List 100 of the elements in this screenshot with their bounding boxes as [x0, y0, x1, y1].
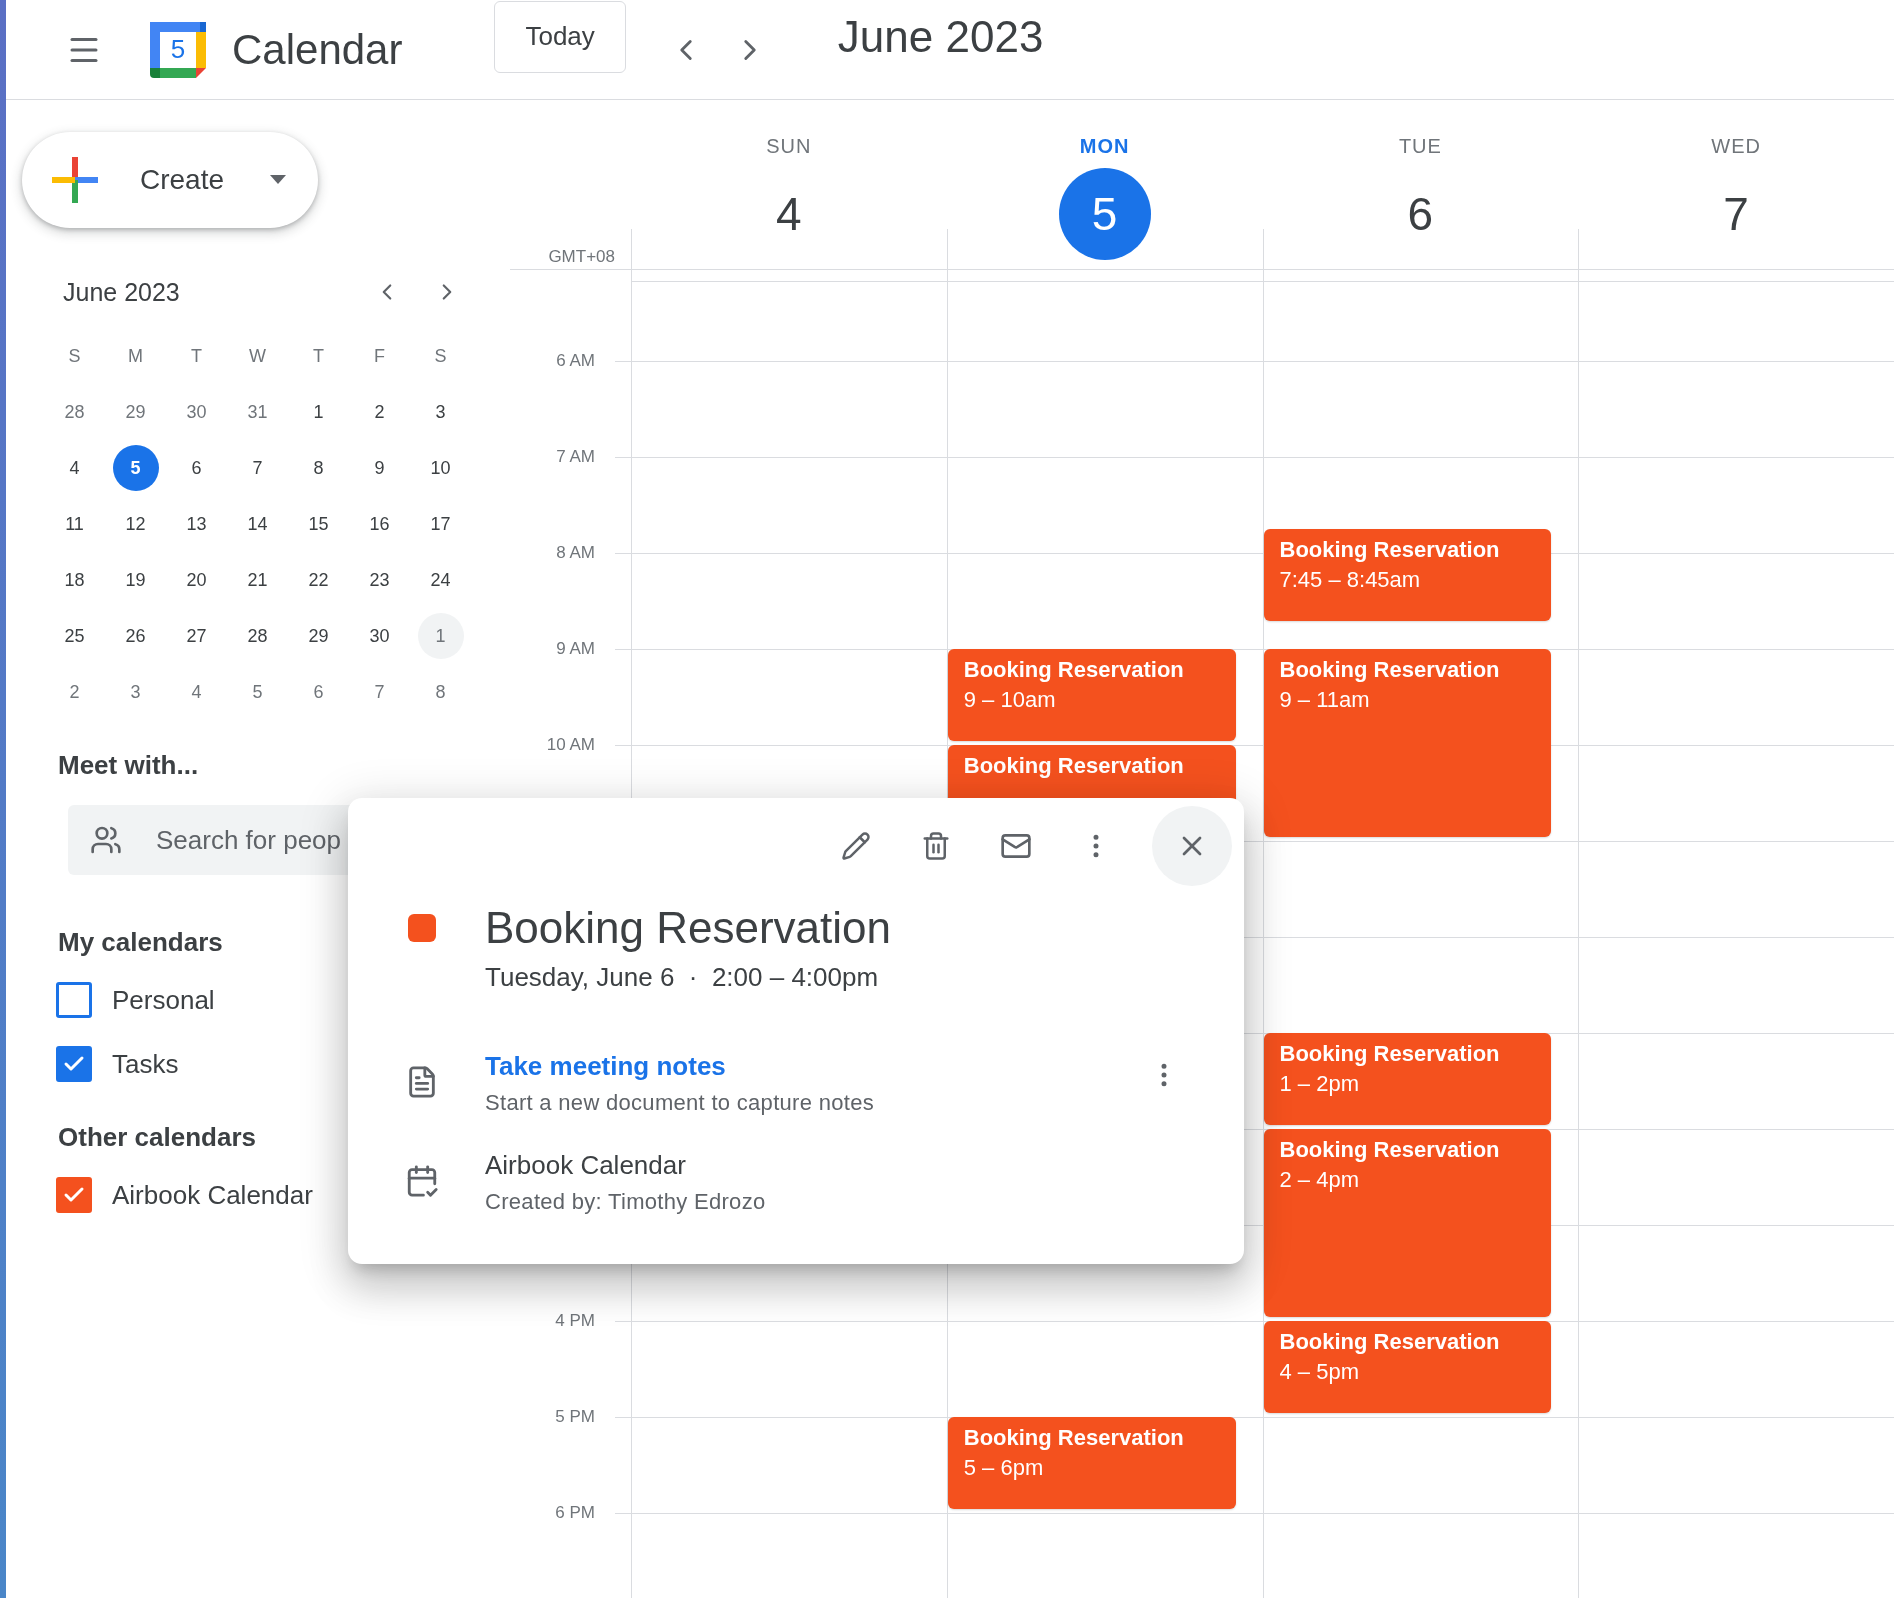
mini-calendar-day[interactable]: 4	[51, 445, 98, 491]
time-label: 10 AM	[546, 735, 595, 755]
event-title: Booking Reservation	[1279, 536, 1501, 564]
mini-calendar-day[interactable]: 7	[356, 669, 403, 715]
mini-calendar-day[interactable]: 26	[112, 613, 159, 659]
weekday-label: M	[127, 344, 144, 368]
weekday-label: TUE	[1398, 135, 1442, 158]
day-number[interactable]: 6	[1374, 168, 1467, 260]
timezone-label: GMT+08	[548, 247, 615, 267]
time-label: 5 PM	[555, 1407, 595, 1427]
mini-calendar-day[interactable]: 3	[112, 669, 159, 715]
weekday-label: WED	[1711, 135, 1761, 158]
weekday-label: T	[190, 344, 203, 368]
mini-calendar-day[interactable]: 29	[295, 613, 342, 659]
time-label: 6 PM	[555, 1503, 595, 1523]
weekday-label: F	[373, 344, 386, 368]
mini-calendar-day[interactable]: 14	[234, 501, 281, 547]
event-time: 1 – 2pm	[1279, 1070, 1360, 1098]
notes-hint: Start a new document to capture notes	[485, 1090, 875, 1116]
event-title: Booking Reservation	[963, 1424, 1185, 1452]
section-heading: Other calendars	[58, 1122, 256, 1153]
mini-calendar-day[interactable]: 30	[356, 613, 403, 659]
weekday-label: SUN	[766, 135, 812, 158]
current-period: June 2023	[837, 11, 1044, 62]
calendar-name: Tasks	[112, 1048, 179, 1080]
day-number[interactable]: 7	[1690, 168, 1783, 260]
weekday-label: W	[248, 344, 267, 368]
day-number[interactable]: 4	[742, 168, 835, 260]
mini-calendar-day[interactable]: 1	[295, 389, 342, 435]
mini-calendar-day[interactable]: 13	[173, 501, 220, 547]
mini-calendar-day[interactable]: 6	[173, 445, 220, 491]
mini-calendar-day[interactable]: 27	[173, 613, 220, 659]
event-time: 4 – 5pm	[1279, 1358, 1360, 1386]
mini-calendar-day[interactable]: 2	[51, 669, 98, 715]
calendar-name: Airbook Calendar	[112, 1179, 313, 1211]
mini-calendar-day[interactable]: 4	[173, 669, 220, 715]
checkbox[interactable]	[56, 1177, 92, 1213]
day-number[interactable]: 5	[1058, 168, 1151, 260]
event-date-time: Tuesday, June 6 · 2:00 – 4:00pm	[485, 962, 880, 993]
mini-calendar-day[interactable]: 29	[112, 389, 159, 435]
today-button[interactable]: Today	[494, 0, 626, 73]
mini-calendar-day[interactable]: 15	[295, 501, 342, 547]
mini-calendar-day[interactable]: 28	[234, 613, 281, 659]
event-time: 9 – 11am	[1279, 686, 1371, 714]
mini-calendar-day[interactable]: 21	[234, 557, 281, 603]
people-icon	[90, 824, 122, 856]
event-title: Booking Reservation	[1279, 656, 1501, 684]
mini-calendar-title: June 2023	[63, 277, 181, 307]
mini-calendar-day[interactable]: 28	[51, 389, 98, 435]
mini-calendar-day[interactable]: 3	[417, 389, 464, 435]
mini-calendar-day[interactable]: 1	[417, 613, 464, 659]
checkbox[interactable]	[56, 982, 92, 1018]
weekday-label: S	[67, 344, 82, 368]
mini-calendar-day[interactable]: 25	[51, 613, 98, 659]
mini-calendar-day[interactable]: 11	[51, 501, 98, 547]
mini-calendar-day[interactable]: 12	[112, 501, 159, 547]
weekday-label: MON	[1079, 135, 1130, 158]
time-label: 6 AM	[556, 351, 595, 371]
mini-calendar-day[interactable]: 9	[356, 445, 403, 491]
mini-calendar-day[interactable]: 10	[417, 445, 464, 491]
mini-calendar-day[interactable]: 24	[417, 557, 464, 603]
mini-calendar-day[interactable]: 17	[417, 501, 464, 547]
event-title: Booking Reservation	[485, 902, 892, 954]
time-label: 7 AM	[556, 447, 595, 467]
event-title: Booking Reservation	[963, 752, 1185, 780]
mini-calendar-day[interactable]: 22	[295, 557, 342, 603]
mini-calendar-day[interactable]: 19	[112, 557, 159, 603]
weekday-label: T	[312, 344, 325, 368]
mini-calendar-day[interactable]: 23	[356, 557, 403, 603]
mini-calendar-day[interactable]: 31	[234, 389, 281, 435]
creator-text: Created by: Timothy Edrozo	[485, 1189, 767, 1215]
weekday-label: S	[433, 344, 448, 368]
mini-calendar-day[interactable]: 7	[234, 445, 281, 491]
mini-calendar-day[interactable]: 18	[51, 557, 98, 603]
event-time: 2 – 4pm	[1279, 1166, 1360, 1194]
event-title: Booking Reservation	[963, 656, 1185, 684]
meeting-notes-link[interactable]: Take meeting notes	[485, 1051, 726, 1082]
mini-calendar-day[interactable]: 8	[417, 669, 464, 715]
event-title: Booking Reservation	[1279, 1040, 1501, 1068]
event-time: 5 – 6pm	[963, 1454, 1045, 1482]
event-time: 7:45 – 8:45am	[1279, 566, 1422, 594]
caret-icon	[270, 175, 286, 185]
section-heading: My calendars	[58, 927, 223, 958]
section-heading: Meet with...	[58, 750, 199, 781]
event-title: Booking Reservation	[1279, 1328, 1501, 1356]
time-label: 4 PM	[555, 1311, 595, 1331]
mini-calendar-day[interactable]: 8	[295, 445, 342, 491]
mini-calendar-day[interactable]: 6	[295, 669, 342, 715]
mini-calendar-day[interactable]: 5	[234, 669, 281, 715]
mini-calendar-day[interactable]: 5	[112, 445, 159, 491]
mini-calendar-day[interactable]: 20	[173, 557, 220, 603]
app-name: Calendar	[232, 25, 403, 74]
calendar-name: Personal	[112, 984, 215, 1016]
plus-icon	[52, 157, 98, 203]
mini-calendar-day[interactable]: 2	[356, 389, 403, 435]
mini-calendar-day[interactable]: 30	[173, 389, 220, 435]
checkbox[interactable]	[56, 1046, 92, 1082]
event-time: 9 – 10am	[963, 686, 1057, 714]
create-button[interactable]: Create	[22, 132, 318, 228]
mini-calendar-day[interactable]: 16	[356, 501, 403, 547]
